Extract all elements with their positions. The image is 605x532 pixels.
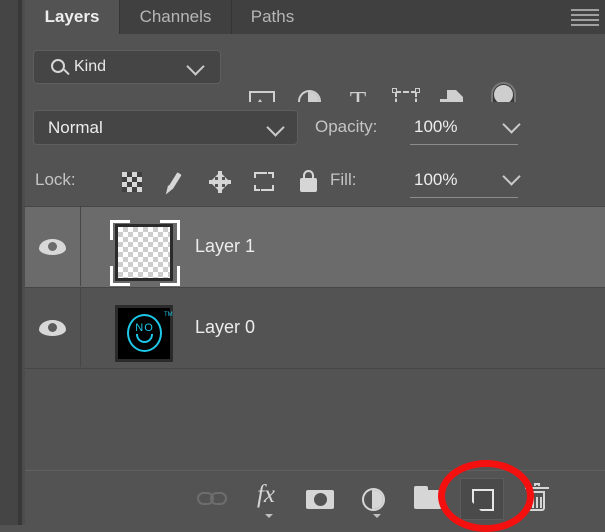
link-layers-button[interactable] (190, 478, 234, 520)
blend-mode-select[interactable]: Normal (33, 110, 298, 145)
tab-paths[interactable]: Paths (231, 0, 313, 34)
trademark-text: TM (164, 312, 173, 318)
new-adjustment-layer-button[interactable] (352, 478, 396, 520)
link-icon (197, 492, 214, 505)
layer-style-button[interactable]: fx (244, 478, 288, 520)
smiley-mouth (136, 334, 153, 343)
opacity-input[interactable]: 100% (414, 112, 457, 142)
lock-image-pixels-icon[interactable] (163, 168, 189, 194)
mask-icon (306, 490, 334, 509)
smiley-artwork-icon: NO (127, 314, 162, 352)
eye-icon (39, 239, 66, 255)
layer-visibility-toggle[interactable] (25, 288, 81, 367)
thumbnail-bracket (160, 220, 180, 240)
adjustment-icon (362, 488, 385, 511)
layer-list: Layer 1 NO TM Layer 0 (25, 206, 605, 471)
fill-input[interactable]: 100% (414, 164, 457, 195)
layer-thumbnail[interactable]: NO TM (110, 301, 180, 367)
photoshop-layers-panel: Layers Channels Paths Kind T (0, 0, 605, 525)
hamburger-menu-icon[interactable] (571, 9, 599, 26)
panel-left-gutter (0, 0, 18, 525)
layer-thumbnail[interactable] (110, 220, 180, 286)
tab-layers[interactable]: Layers (25, 0, 119, 34)
chevron-down-icon (373, 514, 381, 518)
add-layer-mask-button[interactable] (298, 478, 342, 520)
thumbnail-image: NO TM (115, 305, 173, 362)
layer-filter-row: Kind T (25, 34, 605, 102)
lock-all-icon[interactable] (295, 168, 321, 194)
opacity-scrubber-underline (410, 144, 518, 145)
fill-chevron-down-icon[interactable] (502, 167, 520, 185)
thumbnail-bracket (110, 266, 130, 286)
eye-icon (39, 320, 66, 336)
table-row[interactable]: Layer 1 (25, 207, 605, 288)
folder-icon (414, 490, 442, 509)
lock-position-icon[interactable] (207, 168, 233, 194)
lock-artboard-nesting-icon[interactable] (251, 168, 277, 194)
panel-tab-bar: Layers Channels Paths (25, 0, 605, 34)
opacity-label: Opacity: (315, 112, 377, 142)
blend-mode-value: Normal (48, 111, 103, 144)
layers-bottom-toolbar: fx (25, 470, 605, 526)
layer-name-label[interactable]: Layer 1 (195, 207, 255, 286)
lock-transparent-pixels-icon[interactable] (119, 168, 145, 194)
delete-layer-button[interactable] (514, 478, 558, 520)
tab-channels-label: Channels (140, 7, 212, 26)
smiley-eyes-text: NO (129, 322, 160, 334)
chevron-down-icon (186, 57, 204, 75)
trash-icon (527, 491, 545, 511)
chevron-down-icon (265, 514, 273, 518)
thumbnail-bracket (160, 266, 180, 286)
lock-row: Lock: Fill: 100% (25, 154, 605, 206)
table-row[interactable]: NO TM Layer 0 (25, 288, 605, 369)
new-layer-button[interactable] (460, 478, 504, 520)
fx-icon: fx (244, 478, 288, 512)
opacity-chevron-down-icon[interactable] (502, 115, 520, 133)
magnifier-icon (51, 59, 65, 73)
new-group-button[interactable] (406, 478, 450, 520)
fill-scrubber-underline (410, 197, 518, 198)
layer-name-label[interactable]: Layer 0 (195, 288, 255, 367)
filter-kind-label: Kind (74, 51, 106, 83)
thumbnail-bracket (110, 220, 130, 240)
tab-channels[interactable]: Channels (119, 0, 231, 34)
layer-visibility-toggle[interactable] (25, 207, 81, 286)
new-page-icon (472, 489, 494, 511)
blend-mode-row: Normal Opacity: 100% (25, 102, 605, 154)
filter-kind-select[interactable]: Kind (33, 50, 221, 84)
chevron-down-icon (266, 118, 284, 136)
tab-layers-label: Layers (45, 7, 100, 26)
lock-label: Lock: (35, 164, 76, 195)
tab-paths-label: Paths (251, 7, 294, 26)
fill-label: Fill: (330, 164, 356, 195)
